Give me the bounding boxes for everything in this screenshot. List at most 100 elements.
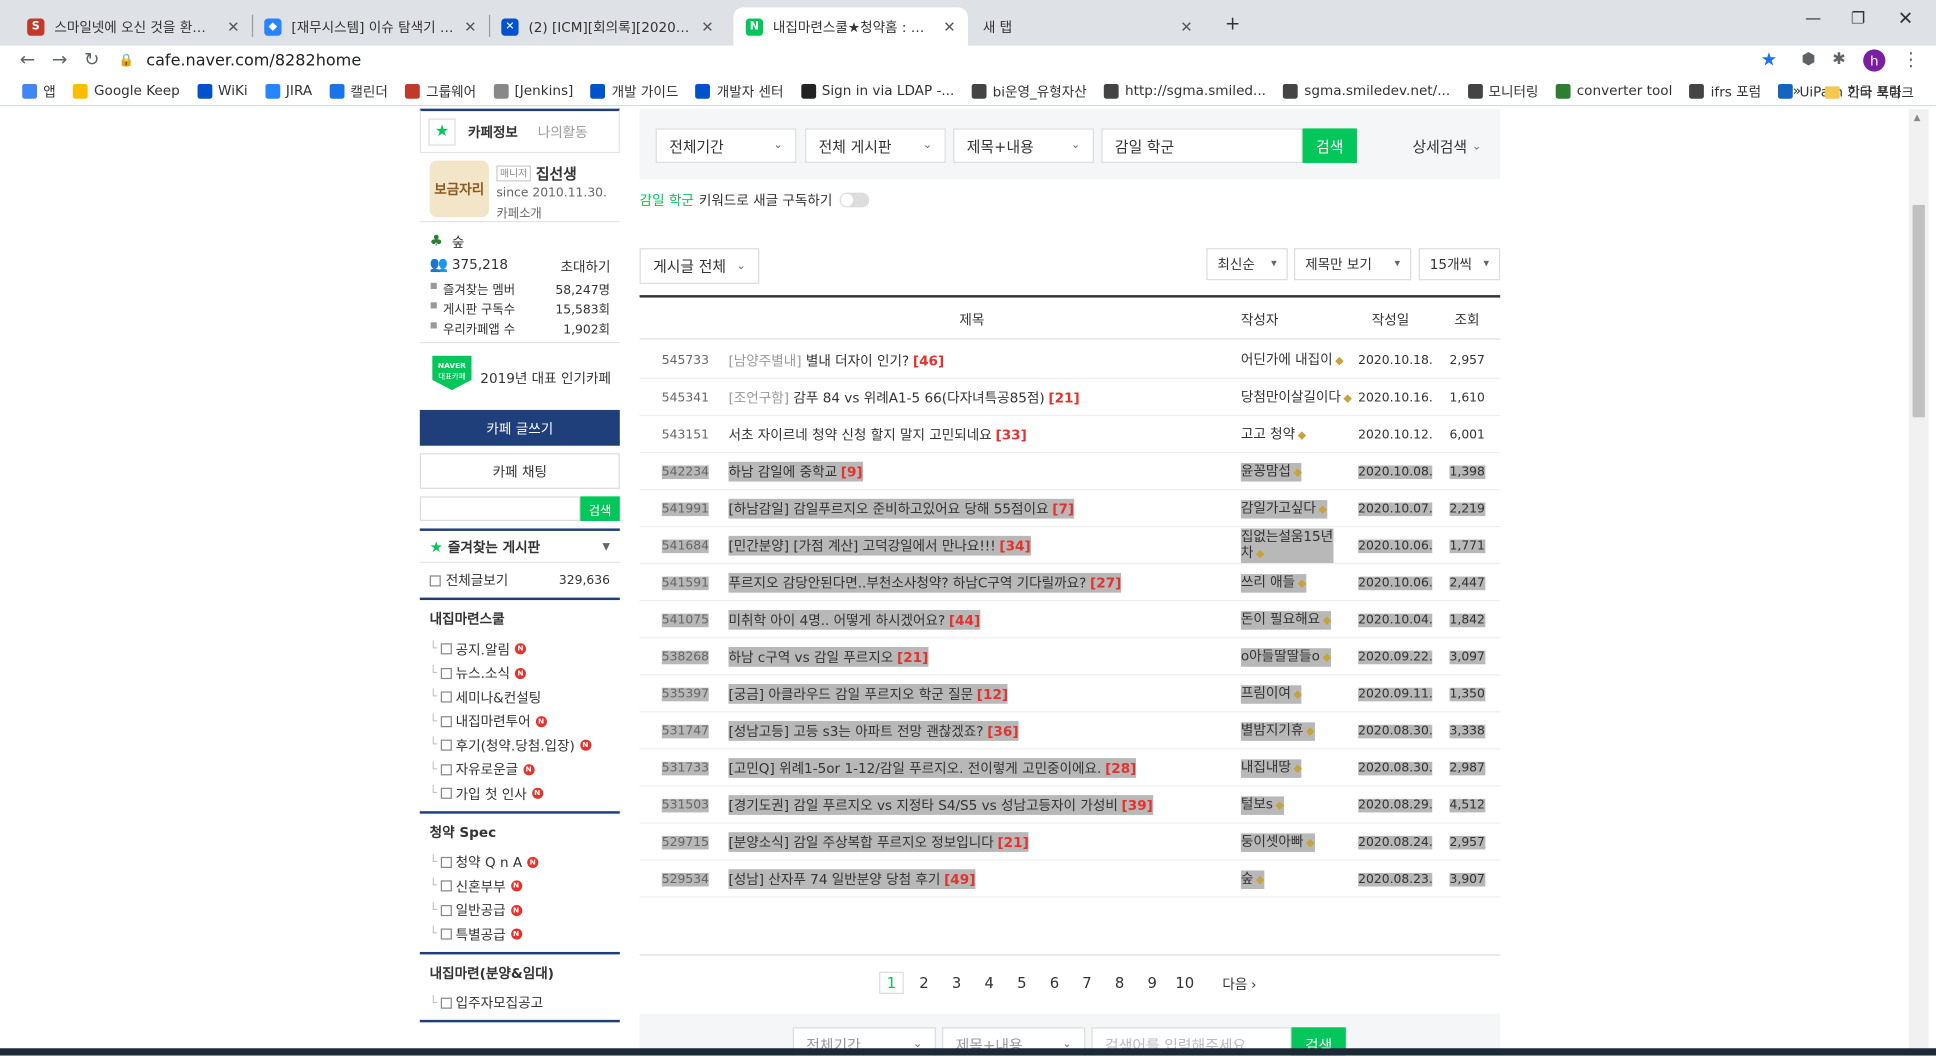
sidebar-search-input[interactable] — [419, 496, 581, 522]
browser-tab[interactable]: N 내집마련스쿨★청약홈 : 네이버 ✕ — [733, 7, 969, 46]
board-link[interactable]: └ 일반공급 N — [420, 898, 620, 922]
back-icon[interactable]: ← — [20, 48, 36, 70]
other-bookmarks[interactable]: 기타 북마크 — [1824, 83, 1914, 103]
page-link[interactable]: 4 — [977, 972, 1002, 994]
close-window-icon[interactable]: ✕ — [1898, 7, 1914, 29]
detail-search-toggle[interactable]: 상세검색 ⌄ — [1412, 136, 1481, 157]
post-author[interactable]: 숲 ◆ — [1240, 869, 1265, 889]
close-tab-icon[interactable]: ✕ — [464, 18, 476, 35]
profile-avatar[interactable]: h — [1863, 49, 1886, 72]
bookmark-item[interactable]: 개발 가이드 — [590, 81, 678, 101]
search-button[interactable]: 검색 — [1302, 128, 1357, 163]
bookmark-item[interactable]: WiKi — [197, 83, 248, 99]
browser-tab[interactable]: S 스마일넷에 오신 것을 환영합니다 ✕ — [15, 7, 252, 45]
bookmark-item[interactable]: 앱 — [22, 81, 56, 101]
bookmark-item[interactable]: ifrs 포럼 — [1689, 81, 1761, 101]
bookmark-item[interactable]: 모니터링 — [1467, 81, 1538, 101]
post-author[interactable]: 당첨만이살길이다 ◆ — [1241, 388, 1352, 407]
period-select[interactable]: 전체기간 ⌄ — [655, 128, 797, 163]
post-title-link[interactable]: [궁금] 아클라우드 감일 푸르지오 학군 질문 [12] — [728, 684, 1009, 704]
tab-my-activity[interactable]: 나의활동 — [538, 122, 588, 142]
post-author[interactable]: 집없는설움15년 차 ◆ — [1240, 528, 1334, 564]
comment-count[interactable]: [21] — [1048, 390, 1079, 406]
post-title-link[interactable]: [하남감일] 감일푸르지오 준비하고있어요 당해 55점이요 [7] — [728, 498, 1075, 519]
post-author[interactable]: 어딘가에 내집이 ◆ — [1241, 351, 1344, 370]
chat-button[interactable]: 카페 채팅 — [419, 453, 620, 489]
post-author[interactable]: 별밤지기휴 ◆ — [1240, 721, 1315, 741]
post-title-link[interactable]: [경기도권] 감일 푸르지오 vs 지정타 S4/S5 vs 성남고등자이 가성… — [728, 795, 1153, 815]
all-posts-link[interactable]: 전체글보기 329,636 — [419, 563, 620, 601]
close-tab-icon[interactable]: ✕ — [227, 18, 239, 35]
board-link[interactable]: └ 내집마련투어 N — [420, 709, 620, 733]
bookmark-item[interactable]: JIRA — [264, 83, 312, 99]
menu-dots-icon[interactable]: ⋮ — [1901, 48, 1920, 70]
sidebar-search-button[interactable]: 검색 — [580, 496, 620, 522]
comment-count[interactable]: [27] — [1090, 575, 1121, 591]
invite-link[interactable]: 초대하기 — [561, 257, 611, 277]
board-link[interactable]: └ 세미나&컨설팅 — [420, 685, 620, 709]
comment-count[interactable]: [28] — [1105, 761, 1136, 777]
manager-name[interactable]: 집선생 — [536, 163, 577, 184]
comment-count[interactable]: [33] — [995, 427, 1026, 443]
post-title-link[interactable]: [성남] 산자푸 74 일반분양 당첨 후기 [49] — [728, 869, 976, 889]
post-title-link[interactable]: 미취학 아이 4명.. 어떻게 하시겠어요? [44] — [728, 609, 981, 630]
cafe-intro-link[interactable]: 카페소개 — [496, 202, 541, 221]
post-type-select[interactable]: 게시글 전체 ⌄ — [639, 248, 760, 284]
close-tab-icon[interactable]: ✕ — [943, 18, 955, 35]
comment-count[interactable]: [44] — [949, 612, 980, 628]
comment-count[interactable]: [34] — [999, 538, 1030, 554]
bookmark-item[interactable]: [Jenkins] — [493, 83, 573, 99]
board-link[interactable]: └ 자유로운글 N — [420, 757, 620, 781]
board-select[interactable]: 전체 게시판 ⌄ — [805, 128, 946, 163]
board-link[interactable]: └ 청약 Q n AN — [420, 850, 620, 874]
board-link[interactable]: └ 뉴스.소식 N — [420, 661, 620, 685]
post-author[interactable]: 털보s ◆ — [1240, 795, 1284, 815]
scroll-up-icon[interactable]: ▲ — [1914, 112, 1921, 122]
bookmark-item[interactable]: 개발자 센터 — [695, 81, 784, 101]
post-author[interactable]: 고고 청약 ◆ — [1241, 425, 1306, 444]
comment-count[interactable]: [9] — [841, 464, 863, 480]
post-author[interactable]: 돈이 필요해요 ◆ — [1240, 610, 1332, 630]
page-link[interactable]: 7 — [1075, 972, 1100, 994]
post-title-link[interactable]: [성남고등] 고등 s3는 아파트 전망 괜찮겠죠? [36] — [728, 721, 1019, 741]
board-link[interactable]: └ 공지.알림 N — [420, 637, 620, 661]
comment-count[interactable]: [46] — [913, 353, 944, 369]
board-link[interactable]: └ 가입 첫 인사 N — [420, 782, 620, 806]
count-select[interactable]: 15개씩 ▾ — [1418, 248, 1501, 281]
page-link[interactable]: 10 — [1172, 972, 1197, 994]
post-author[interactable]: 감일가고싶다 ◆ — [1240, 499, 1327, 518]
post-title-link[interactable]: 하남 c구역 vs 감일 푸르지오 [21] — [728, 646, 929, 667]
new-tab-button[interactable]: + — [1225, 12, 1241, 34]
comment-count[interactable]: [49] — [944, 872, 975, 888]
page-link[interactable]: 1 — [879, 971, 904, 994]
page-link[interactable]: 2 — [912, 972, 937, 994]
minimize-icon[interactable]: — — [1805, 10, 1821, 29]
page-link[interactable]: 5 — [1009, 972, 1034, 994]
sort-select[interactable]: 최신순 ▾ — [1206, 248, 1288, 281]
bookmark-star-icon[interactable]: ★ — [1761, 48, 1778, 70]
favorite-boards-header[interactable]: ★ 즐겨찾는 게시판 ▼ — [419, 531, 620, 564]
board-link[interactable]: └ 신혼부부 N — [420, 874, 620, 898]
board-group-title[interactable]: 내집마련스쿨 — [420, 600, 620, 637]
post-title-link[interactable]: 푸르지오 감당안된다면..부천소사청약? 하남C구역 기다릴까요? [27] — [728, 572, 1122, 593]
scrollbar-thumb[interactable] — [1912, 204, 1925, 418]
comment-count[interactable]: [12] — [977, 686, 1008, 702]
page-scrollbar[interactable]: ▲ — [1908, 108, 1929, 1056]
address-bar[interactable]: 🔒 cafe.naver.com/8282home — [119, 47, 1786, 74]
tab-cafe-info[interactable]: 카페정보 — [468, 122, 518, 142]
subscribe-toggle[interactable] — [839, 192, 870, 208]
post-author[interactable]: 둥이셋아빠 ◆ — [1240, 832, 1315, 852]
page-link[interactable]: 8 — [1107, 972, 1132, 994]
page-link[interactable]: 6 — [1042, 972, 1067, 994]
bookmark-item[interactable]: Google Keep — [73, 83, 180, 99]
forward-icon[interactable]: → — [52, 48, 68, 70]
restore-icon[interactable]: ❐ — [1851, 10, 1865, 29]
bookmark-item[interactable]: 캘린더 — [329, 81, 388, 101]
post-author[interactable]: 내집내땅 ◆ — [1240, 758, 1302, 778]
comment-count[interactable]: [39] — [1122, 798, 1153, 814]
extension-shield-icon[interactable]: ⬢ — [1801, 51, 1815, 70]
bookmark-item[interactable]: converter tool — [1555, 83, 1672, 99]
board-group-title[interactable]: 청약 Spec — [420, 813, 620, 850]
browser-tab[interactable]: ✕ (2) [ICM][회의록][2020-10-19]결 ✕ — [489, 7, 726, 45]
close-tab-icon[interactable]: ✕ — [701, 18, 713, 35]
